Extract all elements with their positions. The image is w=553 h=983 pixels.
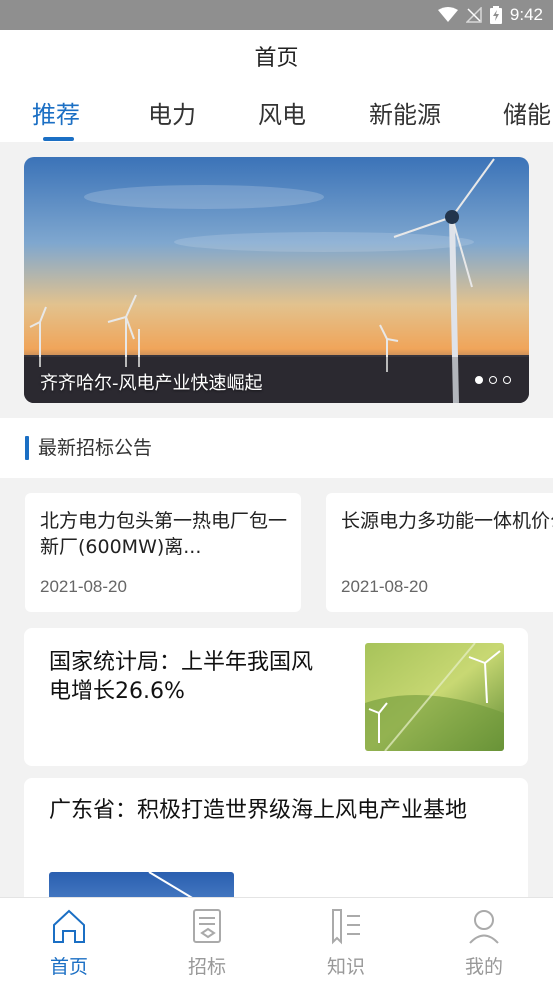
tab-new-energy[interactable]: 新能源 — [369, 88, 441, 142]
home-icon — [53, 909, 85, 943]
carousel-dot[interactable] — [503, 376, 511, 384]
nav-label: 首页 — [49, 956, 88, 978]
tender-date: 2021-08-20 — [40, 577, 127, 596]
wind-farm-field-image — [365, 643, 504, 751]
wifi-icon — [437, 7, 458, 22]
tender-card[interactable]: 北方电力包头第一热电厂包一新厂(600MW)离... 2021-08-20 — [25, 493, 301, 612]
user-icon — [469, 910, 499, 944]
news-thumbnail — [365, 643, 504, 751]
nav-label: 我的 — [464, 956, 503, 978]
page-title: 首页 — [254, 46, 299, 71]
carousel-dot[interactable] — [489, 376, 497, 384]
nav-label: 招标 — [187, 956, 226, 978]
tender-date: 2021-08-20 — [341, 577, 428, 596]
no-signal-icon — [465, 7, 482, 23]
active-tab-indicator — [43, 137, 74, 141]
tender-section-header: 最新招标公告 — [0, 418, 553, 478]
category-tabs: 推荐 电力 风电 新能源 储能 — [0, 88, 553, 142]
book-icon — [332, 909, 360, 945]
tender-title: 长源电力多功能一体机价公告 — [341, 510, 553, 532]
carousel-indicator — [475, 376, 511, 384]
nav-tender[interactable]: 招标 — [138, 898, 276, 983]
nav-mine[interactable]: 我的 — [415, 898, 553, 983]
carousel-dot[interactable] — [475, 376, 483, 384]
app-screen: 9:42 首页 推荐 电力 风电 新能源 储能 齐齐哈尔-风电产业快速崛起 最新… — [0, 0, 553, 983]
bottom-navigation: 首页 招标 知识 我的 — [0, 897, 553, 983]
app-header: 首页 — [0, 30, 553, 88]
section-accent-bar — [25, 436, 29, 460]
banner-carousel[interactable]: 齐齐哈尔-风电产业快速崛起 — [24, 157, 529, 403]
nav-home[interactable]: 首页 — [0, 898, 138, 983]
tender-title: 北方电力包头第一热电厂包一新厂(600MW)离... — [40, 510, 288, 558]
document-icon — [193, 909, 221, 943]
tab-power[interactable]: 电力 — [148, 88, 196, 142]
tab-energy-storage[interactable]: 储能 — [503, 88, 551, 142]
news-title: 广东省：积极打造世界级海上风电产业基地 — [49, 798, 468, 823]
tender-card[interactable]: 长源电力多功能一体机价公告 2021-08-20 — [326, 493, 553, 612]
nav-knowledge[interactable]: 知识 — [277, 898, 415, 983]
tab-recommend[interactable]: 推荐 — [32, 88, 80, 142]
nav-label: 知识 — [326, 956, 365, 978]
banner-caption: 齐齐哈尔-风电产业快速崛起 — [40, 373, 263, 394]
status-time: 9:42 — [509, 5, 543, 24]
tab-wind-power[interactable]: 风电 — [258, 88, 306, 142]
section-title: 最新招标公告 — [38, 437, 153, 459]
news-title: 国家统计局：上半年我国风电增长26.6% — [49, 650, 314, 704]
battery-charging-icon — [489, 6, 502, 24]
status-bar: 9:42 — [0, 0, 553, 30]
news-item[interactable]: 国家统计局：上半年我国风电增长26.6% — [24, 628, 528, 766]
banner-image — [24, 157, 529, 403]
